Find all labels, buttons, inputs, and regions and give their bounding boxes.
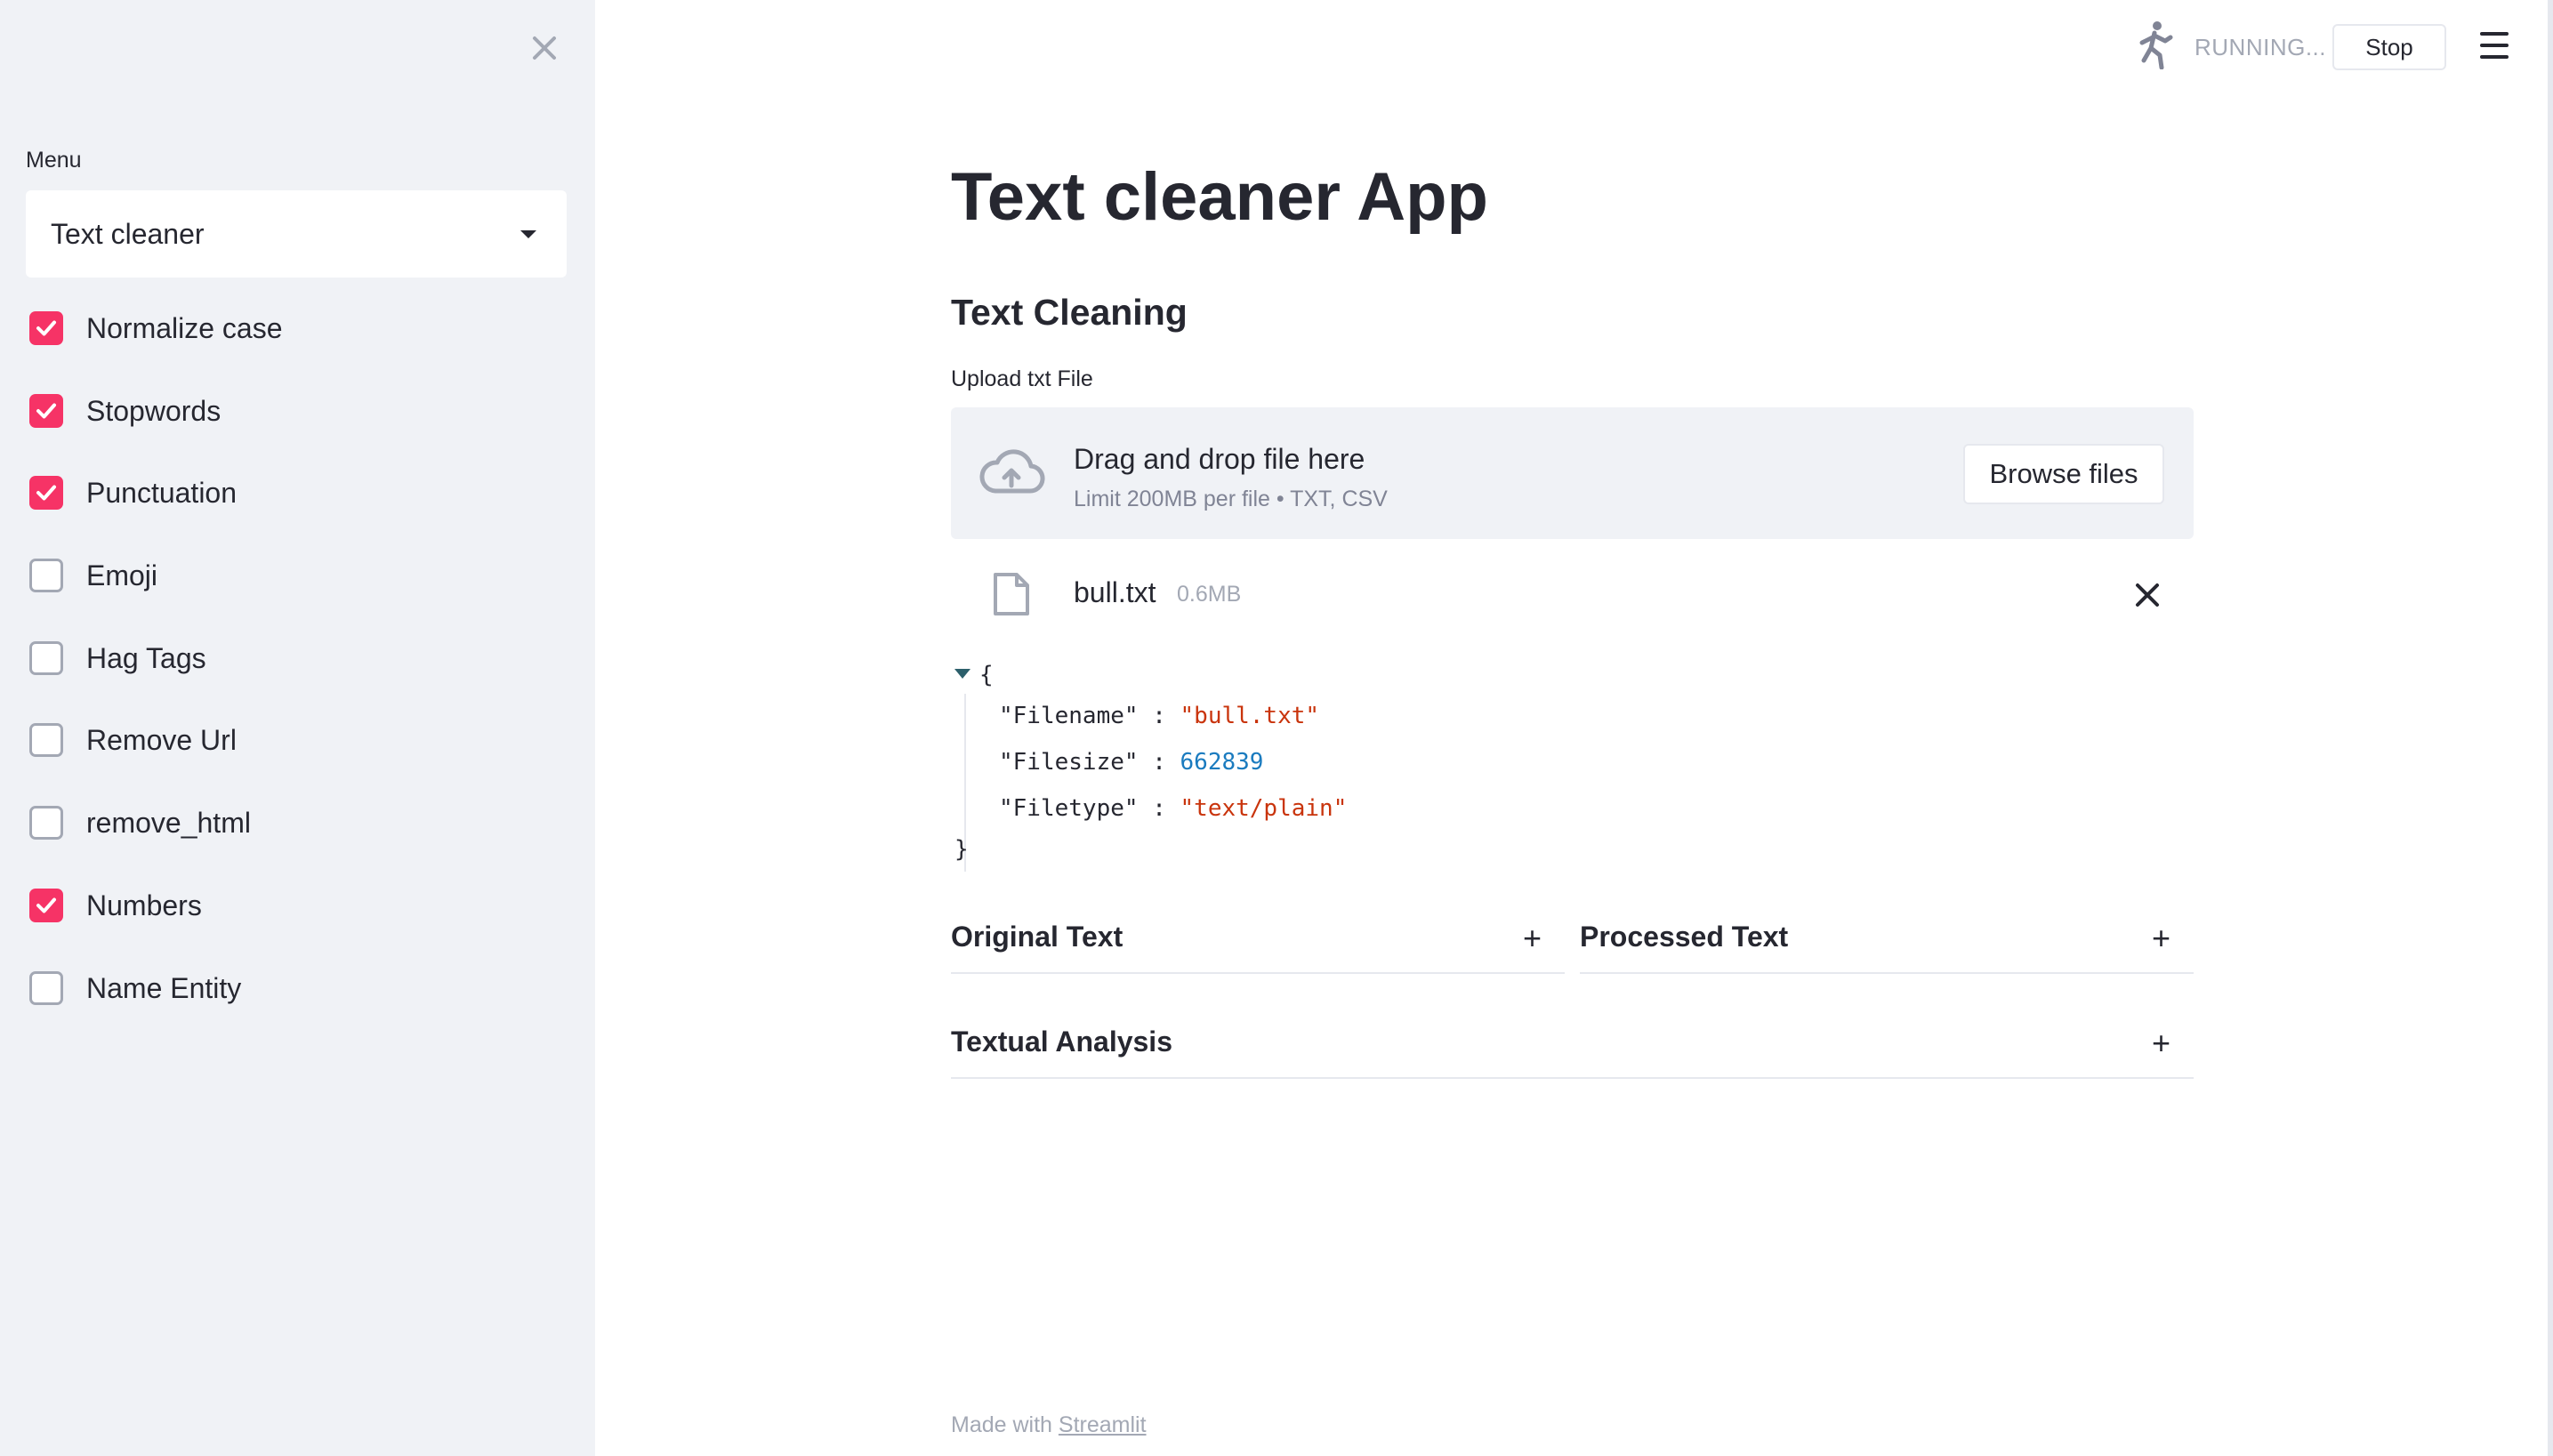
checkbox-unchecked-icon[interactable]	[29, 641, 63, 675]
checkbox-label: remove_html	[86, 806, 251, 839]
checkbox-remove-url[interactable]: Remove Url	[29, 722, 237, 758]
hamburger-line	[2480, 32, 2509, 36]
checkbox-normalize-case[interactable]: Normalize case	[29, 310, 283, 346]
checkbox-label: Remove Url	[86, 723, 237, 756]
footer: Made with Streamlit	[951, 1412, 1147, 1438]
hamburger-line	[2480, 55, 2509, 59]
json-key: "Filename"	[999, 703, 1139, 729]
checkbox-unchecked-icon[interactable]	[29, 723, 63, 757]
checkbox-remove-html[interactable]: remove_html	[29, 805, 251, 841]
checkbox-label: Numbers	[86, 889, 202, 921]
menu-label: Menu	[26, 148, 82, 173]
checkbox-unchecked-icon[interactable]	[29, 559, 63, 592]
checkbox-unchecked-icon[interactable]	[29, 971, 63, 1005]
json-close-brace: }	[954, 836, 969, 863]
json-entry-filename: "Filename" : "bull.txt"	[999, 703, 1320, 729]
checkbox-numbers[interactable]: Numbers	[29, 888, 202, 923]
checkbox-label: Normalize case	[86, 311, 283, 344]
close-sidebar-icon[interactable]	[527, 30, 562, 66]
stop-button[interactable]: Stop	[2332, 24, 2446, 70]
collapse-toggle-icon[interactable]	[954, 669, 970, 679]
footer-prefix: Made with	[951, 1412, 1059, 1437]
checkbox-label: Punctuation	[86, 476, 238, 509]
json-value: "bull.txt"	[1180, 703, 1320, 729]
browse-files-button[interactable]: Browse files	[1963, 444, 2164, 504]
scrollbar[interactable]	[2548, 0, 2553, 1456]
chevron-down-icon	[520, 229, 536, 238]
checkbox-name-entity[interactable]: Name Entity	[29, 970, 241, 1006]
page-title: Text cleaner App	[951, 159, 1488, 235]
checkbox-emoji[interactable]: Emoji	[29, 558, 157, 593]
sidebar: Menu Text cleaner Normalize case Stopwor…	[0, 0, 595, 1456]
menu-select-value: Text cleaner	[51, 217, 205, 250]
expander-processed-text[interactable]: Processed Text +	[1580, 903, 2194, 974]
json-entry-filesize: "Filesize" : 662839	[999, 749, 1264, 776]
expander-original-text[interactable]: Original Text +	[951, 903, 1565, 974]
upload-label: Upload txt File	[951, 366, 1093, 391]
json-open-brace: {	[979, 662, 994, 688]
plus-icon: +	[1522, 920, 1542, 956]
hamburger-menu-icon[interactable]	[2480, 32, 2509, 59]
streamlit-link[interactable]: Streamlit	[1059, 1412, 1147, 1437]
file-name: bull.txt	[1074, 576, 1156, 608]
checkbox-label: Hag Tags	[86, 641, 206, 674]
checkbox-label: Stopwords	[86, 394, 221, 427]
checkbox-stopwords[interactable]: Stopwords	[29, 393, 221, 429]
json-value: 662839	[1180, 749, 1264, 776]
dropzone-title: Drag and drop file here	[1074, 443, 1365, 475]
running-status: RUNNING...	[2195, 34, 2326, 60]
json-key: "Filesize"	[999, 749, 1139, 776]
cloud-upload-icon	[979, 449, 1045, 494]
section-title: Text Cleaning	[951, 292, 1188, 333]
file-dropzone[interactable]: Drag and drop file here Limit 200MB per …	[951, 407, 2194, 539]
json-value: "text/plain"	[1180, 795, 1348, 822]
checkbox-hag-tags[interactable]: Hag Tags	[29, 640, 206, 676]
json-entry-filetype: "Filetype" : "text/plain"	[999, 795, 1348, 822]
expander-label: Textual Analysis	[951, 1026, 1172, 1058]
file-size: 0.6MB	[1177, 582, 1242, 607]
checkbox-checked-icon[interactable]	[29, 394, 63, 428]
plus-icon: +	[2151, 920, 2170, 956]
checkbox-punctuation[interactable]: Punctuation	[29, 475, 237, 511]
checkbox-label: Emoji	[86, 559, 158, 591]
checkbox-unchecked-icon[interactable]	[29, 806, 63, 840]
hamburger-line	[2480, 44, 2509, 47]
file-icon	[994, 573, 1029, 615]
json-key: "Filetype"	[999, 795, 1139, 822]
running-man-icon	[2139, 21, 2173, 69]
expander-textual-analysis[interactable]: Textual Analysis +	[951, 1008, 2194, 1079]
remove-file-icon[interactable]	[2130, 578, 2164, 612]
dropzone-limit: Limit 200MB per file • TXT, CSV	[1074, 487, 1388, 511]
checkbox-checked-icon[interactable]	[29, 476, 63, 510]
checkbox-checked-icon[interactable]	[29, 311, 63, 345]
checkbox-checked-icon[interactable]	[29, 889, 63, 922]
expander-label: Processed Text	[1580, 921, 1789, 953]
expander-label: Original Text	[951, 921, 1123, 953]
plus-icon: +	[2151, 1025, 2170, 1061]
checkbox-label: Name Entity	[86, 971, 242, 1004]
menu-select[interactable]: Text cleaner	[26, 190, 567, 278]
uploaded-file-row: bull.txt 0.6MB	[951, 559, 2194, 630]
